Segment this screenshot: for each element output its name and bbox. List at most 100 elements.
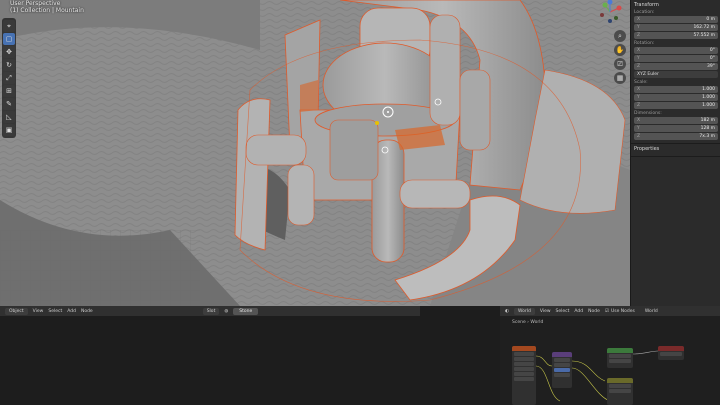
node-socket[interactable]: [609, 389, 631, 393]
location-y-field[interactable]: Y 162.72 m: [634, 24, 718, 31]
camera-icon[interactable]: ⎚: [614, 58, 626, 70]
node-header: [607, 348, 633, 353]
node-socket[interactable]: [609, 384, 631, 388]
3d-viewport[interactable]: User Perspective (1) Collection | Mounta…: [0, 0, 630, 306]
node-socket[interactable]: [514, 377, 534, 381]
scale-icon[interactable]: ⤢: [3, 72, 15, 84]
axis-label: X: [637, 48, 641, 53]
texture-node[interactable]: [512, 346, 536, 405]
node-editor[interactable]: ◐ World View Select Add Node ☑ Use Nodes…: [500, 306, 720, 405]
rotate-icon[interactable]: ↻: [3, 59, 15, 71]
axis-label: X: [637, 118, 641, 123]
location-x-field[interactable]: X 0 m: [634, 16, 718, 23]
dimensions-z-field[interactable]: Z 7x.3 m: [634, 133, 718, 140]
field-value: 0 m: [706, 17, 715, 22]
transform-header[interactable]: Transform: [634, 2, 718, 8]
viewport-info: User Perspective (1) Collection | Mounta…: [10, 0, 84, 14]
node-header: [512, 346, 536, 351]
sidebar-n-panel: Transform Location: X 0 m Y 162.72 m Z 57.5…: [630, 0, 720, 306]
menu-select[interactable]: Select: [48, 309, 62, 314]
axis-label: Y: [637, 126, 640, 131]
axis-label: Y: [637, 95, 640, 100]
axis-label: X: [637, 87, 641, 92]
slot-select[interactable]: Slot: [202, 307, 220, 315]
mode-select[interactable]: Object: [5, 307, 28, 315]
add-cube-icon[interactable]: ▣: [3, 124, 15, 136]
menu-add[interactable]: Add: [67, 309, 76, 314]
menu-node[interactable]: Node: [81, 309, 93, 314]
node-header: [607, 378, 633, 383]
menu-view[interactable]: View: [33, 309, 44, 314]
node-socket[interactable]: [514, 372, 534, 376]
zoom-icon[interactable]: ⌕: [614, 30, 626, 42]
axis-label: Z: [637, 64, 641, 69]
rotation-mode-select[interactable]: XYZ Euler: [634, 71, 718, 78]
node-socket[interactable]: [514, 367, 534, 371]
material-sphere-icon[interactable]: ◍: [224, 309, 228, 314]
move-icon[interactable]: ✥: [3, 46, 15, 58]
field-value: 1.000: [702, 103, 715, 108]
dimensions-label: Dimensions:: [634, 111, 662, 116]
world-output-node[interactable]: [658, 346, 684, 360]
dimensions-x-field[interactable]: X 182 m: [634, 117, 718, 124]
rotation-x-field[interactable]: X 0°: [634, 47, 718, 54]
color-node[interactable]: [607, 378, 633, 405]
mapping-node[interactable]: [552, 352, 572, 388]
scale-x-field[interactable]: X 1.000: [634, 86, 718, 93]
rotation-z-field[interactable]: Z 39°: [634, 63, 718, 70]
collection-info: (1) Collection | Mountain: [10, 7, 84, 14]
navigation-buttons: ⌕ ✋ ⎚ ▦: [614, 28, 628, 86]
grid-icon[interactable]: ▦: [614, 72, 626, 84]
measure-icon[interactable]: ◺: [3, 111, 15, 123]
field-value: 0°: [709, 48, 715, 53]
axis-label: Z: [637, 134, 641, 139]
field-value: 7x.3 m: [699, 134, 715, 139]
field-value: 162.72 m: [693, 25, 715, 30]
axis-label: Y: [637, 56, 640, 61]
scale-label: Scale:: [634, 80, 648, 85]
material-name-field[interactable]: Stone: [233, 307, 259, 315]
node-header: [658, 346, 684, 351]
node-socket[interactable]: [514, 357, 534, 361]
viewport-header: Object View Select Add Node Slot ◍ Stone: [0, 306, 420, 316]
navigation-gizmo[interactable]: [592, 0, 628, 24]
tool-shelf: ⌖ ▢ ✥ ↻ ⤢ ⊞ ✎ ◺ ▣: [2, 18, 16, 138]
field-value: 1.000: [702, 87, 715, 92]
field-value: 0°: [709, 56, 715, 61]
select-box-icon[interactable]: ▢: [3, 33, 15, 45]
axis-label: Y: [637, 25, 640, 30]
scale-y-field[interactable]: Y 1.000: [634, 94, 718, 101]
node-socket[interactable]: [609, 359, 631, 363]
axis-label: X: [637, 17, 641, 22]
node-socket[interactable]: [514, 362, 534, 366]
rotation-y-field[interactable]: Y 0°: [634, 55, 718, 62]
field-value: 128 m: [700, 126, 715, 131]
node-socket[interactable]: [554, 373, 570, 377]
field-value: 1.000: [702, 95, 715, 100]
background-node[interactable]: [607, 348, 633, 368]
location-label: Location:: [634, 10, 655, 15]
node-socket[interactable]: [514, 352, 534, 356]
properties-header[interactable]: Properties: [634, 146, 718, 152]
node-socket[interactable]: [554, 368, 570, 372]
field-value: 57.552 m: [693, 33, 715, 38]
node-socket[interactable]: [554, 358, 570, 362]
axis-label: Z: [637, 33, 641, 38]
field-value: 39°: [707, 64, 715, 69]
view-name: User Perspective: [10, 0, 61, 7]
node-socket[interactable]: [554, 363, 570, 367]
rotation-label: Rotation:: [634, 41, 655, 46]
location-z-field[interactable]: Z 57.552 m: [634, 32, 718, 39]
transform-icon[interactable]: ⊞: [3, 85, 15, 97]
axis-label: Z: [637, 103, 641, 108]
node-socket[interactable]: [660, 352, 682, 356]
scale-z-field[interactable]: Z 1.000: [634, 102, 718, 109]
timeline-area[interactable]: [0, 316, 500, 405]
pan-icon[interactable]: ✋: [614, 44, 626, 56]
dimensions-y-field[interactable]: Y 128 m: [634, 125, 718, 132]
viewport-scene[interactable]: [0, 0, 630, 306]
annotate-icon[interactable]: ✎: [3, 98, 15, 110]
cursor-icon[interactable]: ⌖: [3, 20, 15, 32]
node-socket[interactable]: [609, 354, 631, 358]
field-value: 182 m: [700, 118, 715, 123]
